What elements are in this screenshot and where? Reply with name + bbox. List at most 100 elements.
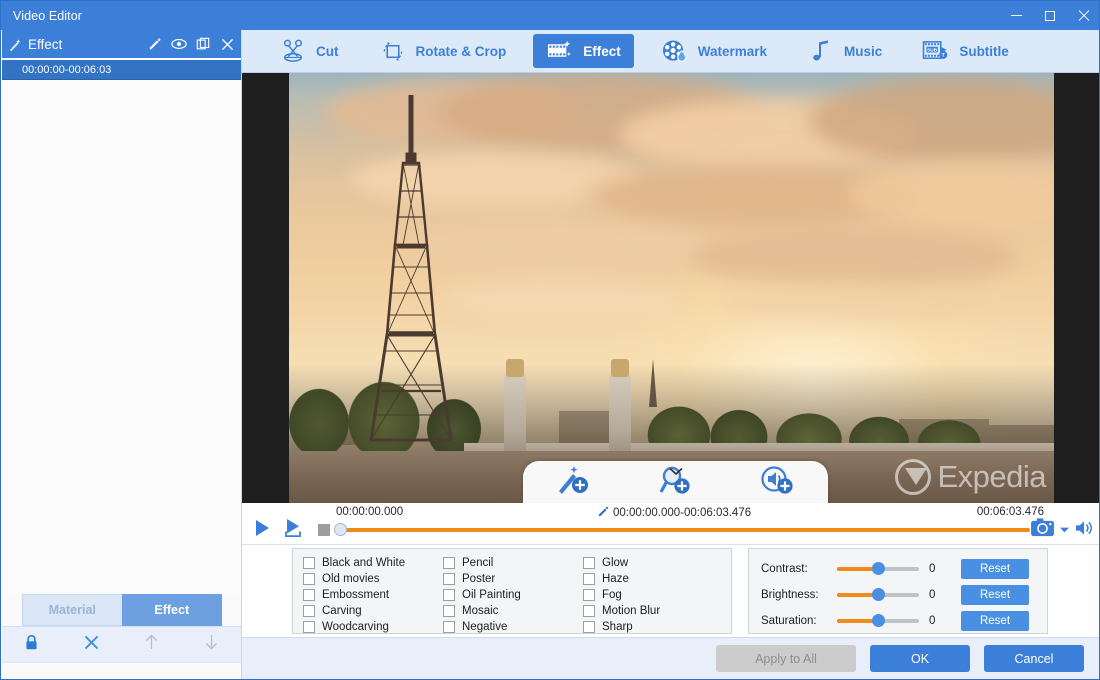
effect-label: Haze	[602, 573, 629, 585]
toolbar-item-cut[interactable]: Cut	[266, 34, 352, 68]
close-icon	[1078, 10, 1090, 22]
volume-button[interactable]	[1074, 519, 1094, 542]
reset-contrast-button[interactable]: Reset	[961, 559, 1029, 579]
tab-material-label: Material	[48, 603, 96, 617]
effect-checkbox-oil-painting[interactable]: Oil Painting	[443, 587, 583, 603]
effect-checkbox-poster[interactable]: Poster	[443, 571, 583, 587]
effect-checkbox-mosaic[interactable]: Mosaic	[443, 603, 583, 619]
seek-knob[interactable]	[334, 523, 347, 536]
checkbox-icon	[303, 573, 315, 585]
play-segment-button[interactable]	[281, 518, 305, 541]
subtitle-icon: SUB T	[922, 38, 950, 64]
adjustment-row-contrast: Contrast: 0 Reset	[761, 556, 1047, 582]
effect-checkbox-pencil[interactable]: Pencil	[443, 555, 583, 571]
close-icon[interactable]	[219, 36, 235, 52]
effect-checkbox-black-and-white[interactable]: Black and White	[303, 555, 443, 571]
effect-label: Poster	[462, 573, 496, 585]
effect-label: Pencil	[462, 557, 494, 569]
tab-material[interactable]: Material	[22, 594, 122, 626]
delete-button[interactable]	[62, 627, 122, 663]
checkbox-icon	[443, 621, 455, 633]
effect-label: Woodcarving	[322, 621, 389, 633]
add-effect-button[interactable]	[551, 465, 597, 499]
list-item[interactable]: 00:00:00-00:06:03	[2, 60, 241, 80]
brightness-slider[interactable]	[837, 588, 919, 601]
maximize-button[interactable]	[1033, 1, 1067, 30]
video-preview[interactable]: Expedia	[242, 73, 1099, 503]
effect-checkbox-woodcarving[interactable]: Woodcarving	[303, 619, 443, 635]
sidebar-header: Effect	[2, 30, 241, 60]
contrast-slider[interactable]	[837, 562, 919, 575]
effect-checkbox-motion-blur[interactable]: Motion Blur	[583, 603, 723, 619]
ok-button[interactable]: OK	[870, 645, 970, 672]
toolbar-item-watermark[interactable]: Watermark	[648, 34, 780, 68]
video-frame: Expedia	[289, 73, 1054, 503]
adjustment-label: Brightness:	[761, 589, 819, 601]
apply-to-all-button[interactable]: Apply to All	[716, 645, 856, 672]
close-button[interactable]	[1067, 1, 1099, 30]
play-button[interactable]	[250, 519, 274, 541]
effect-label: Mosaic	[462, 605, 499, 617]
sidebar-clip-list	[2, 81, 241, 596]
cloud	[719, 287, 979, 323]
dialog-footer: Apply to All OK Cancel	[242, 637, 1099, 679]
rotate-crop-icon	[379, 38, 407, 64]
toolbar-item-music[interactable]: Music	[794, 34, 895, 68]
lock-button[interactable]	[2, 627, 62, 663]
effect-checkbox-old-movies[interactable]: Old movies	[303, 571, 443, 587]
move-down-button[interactable]	[181, 627, 241, 663]
reset-brightness-button[interactable]: Reset	[961, 585, 1029, 605]
minimize-button[interactable]	[999, 1, 1033, 30]
effect-checkbox-embossment[interactable]: Embossment	[303, 587, 443, 603]
checkbox-icon	[583, 589, 595, 601]
adjustment-value: 0	[929, 563, 936, 575]
checkbox-icon	[583, 557, 595, 569]
tab-effect[interactable]: Effect	[121, 594, 222, 626]
seek-slider[interactable]	[334, 523, 1030, 536]
copy-icon[interactable]	[195, 36, 211, 52]
stop-button[interactable]	[312, 519, 336, 541]
toolbar-item-rotate-crop[interactable]: Rotate & Crop	[366, 34, 520, 68]
move-up-icon	[144, 633, 159, 656]
playback-controls	[250, 518, 336, 541]
effect-checkbox-negative[interactable]: Negative	[443, 619, 583, 635]
saturation-slider[interactable]	[837, 614, 919, 627]
effect-label: Carving	[322, 605, 362, 617]
checkbox-icon	[303, 605, 315, 617]
slider-knob[interactable]	[872, 588, 885, 601]
toolbar-item-subtitle[interactable]: SUB T Subtitle	[909, 34, 1022, 68]
toolbar-item-effect[interactable]: Effect	[533, 34, 634, 68]
effect-checkbox-carving[interactable]: Carving	[303, 603, 443, 619]
window-title: Video Editor	[13, 8, 83, 23]
effect-checkbox-sharp[interactable]: Sharp	[583, 619, 723, 635]
snapshot-dropdown-button[interactable]	[1059, 521, 1070, 539]
snapshot-button[interactable]	[1030, 517, 1055, 543]
window-controls	[999, 1, 1099, 30]
checkbox-icon	[443, 589, 455, 601]
sidebar-toolbar	[2, 626, 241, 662]
reset-saturation-button[interactable]: Reset	[961, 611, 1029, 631]
range-time-group[interactable]: 00:00:00.000-00:06:03.476	[598, 506, 751, 520]
effect-checkbox-fog[interactable]: Fog	[583, 587, 723, 603]
play-icon	[254, 519, 271, 542]
eye-icon[interactable]	[171, 36, 187, 52]
current-time: 00:00:00.000	[336, 506, 404, 518]
clip-time-range: 00:00:00-00:06:03	[22, 63, 112, 76]
cancel-button[interactable]: Cancel	[984, 645, 1084, 672]
move-up-button[interactable]	[122, 627, 182, 663]
edit-icon[interactable]	[147, 36, 163, 52]
adjustments-group: Contrast: 0 Reset Brightness: 0 Reset Sa…	[748, 548, 1048, 634]
sidebar-title: Effect	[28, 36, 63, 52]
add-audio-button[interactable]	[754, 465, 800, 499]
sidebar: Effect 00:00:00-00:06:03 Material Effect	[2, 30, 242, 679]
effect-checkbox-glow[interactable]: Glow	[583, 555, 723, 571]
checkbox-icon	[443, 605, 455, 617]
effect-checkbox-haze[interactable]: Haze	[583, 571, 723, 587]
slider-knob[interactable]	[872, 614, 885, 627]
checkbox-icon	[583, 573, 595, 585]
toolbar-item-cut-label: Cut	[316, 43, 339, 59]
add-audio-icon	[760, 465, 794, 500]
player-right-controls	[1030, 517, 1094, 543]
chevron-down-icon[interactable]	[668, 463, 683, 476]
slider-knob[interactable]	[872, 562, 885, 575]
